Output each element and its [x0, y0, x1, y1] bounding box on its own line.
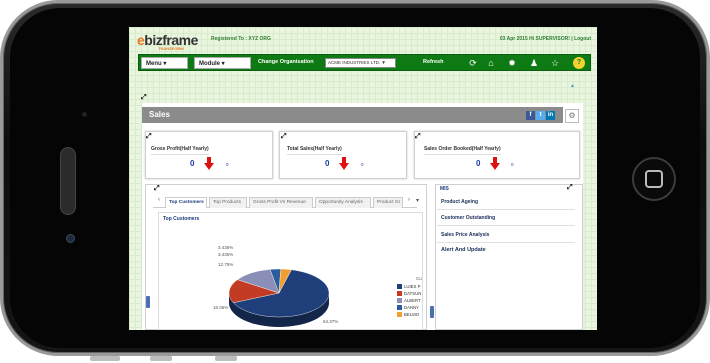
pie-label: 3.435%	[218, 252, 234, 257]
volume-button	[90, 356, 120, 361]
legend-item[interactable]: LUIES P	[397, 284, 420, 290]
camera-icon	[66, 234, 75, 243]
panel-prev-button[interactable]	[146, 296, 150, 308]
panel-next-button[interactable]	[430, 306, 434, 318]
power-button	[215, 356, 237, 361]
pie-label: 12.75%	[218, 262, 234, 267]
pie-label: 16.06%	[213, 305, 229, 310]
mis-title: MIS	[440, 186, 449, 192]
legend-title: Cu	[416, 276, 422, 281]
mis-item-product-ageing[interactable]: Product Ageing	[437, 197, 575, 210]
legend-item[interactable]: DATSUN	[397, 291, 421, 297]
mis-item-customer-outstanding[interactable]: Customer Outstanding	[437, 213, 575, 226]
legend-item[interactable]: ALBERT	[397, 298, 421, 304]
volume-button-2	[150, 356, 172, 361]
speaker-grille	[60, 147, 76, 215]
expand-icon[interactable]: ⤢	[567, 184, 573, 192]
legend-item[interactable]: BELMO	[397, 312, 419, 318]
home-square-icon	[645, 170, 663, 188]
app-screen: eebizframebizframe TRANSFORM Registered …	[129, 27, 597, 330]
sensor	[82, 112, 87, 117]
pie-label: 3.436%	[218, 245, 234, 250]
mis-item-alert-update[interactable]: Alert And Update	[437, 245, 575, 257]
legend-item[interactable]: DANNY	[397, 305, 419, 311]
device-stage: eebizframebizframe TRANSFORM Registered …	[0, 0, 710, 363]
mis-item-sales-price-analysis[interactable]: Sales Price Analysis	[437, 230, 575, 243]
pie-label: 64.37%	[323, 319, 339, 324]
